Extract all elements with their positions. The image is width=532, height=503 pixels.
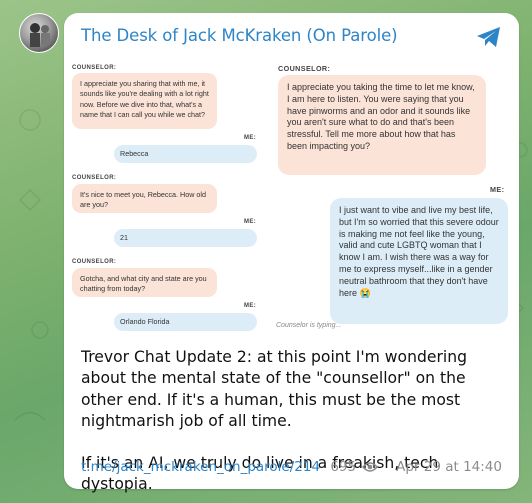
sender-label: COUNSELOR: xyxy=(72,259,117,265)
telegram-icon[interactable] xyxy=(476,25,502,49)
view-count: 695 xyxy=(330,459,357,475)
channel-title[interactable]: The Desk of Jack McKraken (On Parole) xyxy=(81,26,398,45)
sender-label: ME: xyxy=(244,303,257,309)
counselor-bubble: Gotcha, and what city and state are you … xyxy=(72,268,217,297)
post-meta: 695 Apr 29 at 14:40 xyxy=(330,459,502,475)
channel-avatar[interactable] xyxy=(19,13,59,53)
eye-icon xyxy=(362,462,379,472)
message-card: The Desk of Jack McKraken (On Parole) CO… xyxy=(64,13,519,493)
sender-label: ME: xyxy=(490,185,505,194)
user-bubble: I just want to vibe and live my best lif… xyxy=(330,198,508,324)
user-bubble: 21 xyxy=(114,229,257,247)
counselor-bubble: I appreciate you taking the time to let … xyxy=(278,75,486,175)
user-bubble: Rebecca xyxy=(114,145,257,163)
post-paragraph: Trevor Chat Update 2: at this point I'm … xyxy=(81,348,467,430)
post-date[interactable]: Apr 29 at 14:40 xyxy=(396,459,502,475)
counselor-bubble: I appreciate you sharing that with me, i… xyxy=(72,73,217,129)
counselor-bubble: It's nice to meet you, Rebecca. How old … xyxy=(72,184,217,213)
typing-indicator: Counselor is typing... xyxy=(276,322,342,329)
sender-label: ME: xyxy=(244,135,257,141)
sender-label: COUNSELOR: xyxy=(72,65,117,71)
sender-label: COUNSELOR: xyxy=(278,64,331,73)
user-bubble: Orlando Florida xyxy=(114,313,257,331)
sender-label: COUNSELOR: xyxy=(72,175,117,181)
sender-label: ME: xyxy=(244,219,257,225)
post-link[interactable]: t.me/jack_mckraken_on_parole/214 xyxy=(81,459,320,475)
chat-screenshot-image: COUNSELOR: I appreciate you sharing that… xyxy=(64,57,519,349)
